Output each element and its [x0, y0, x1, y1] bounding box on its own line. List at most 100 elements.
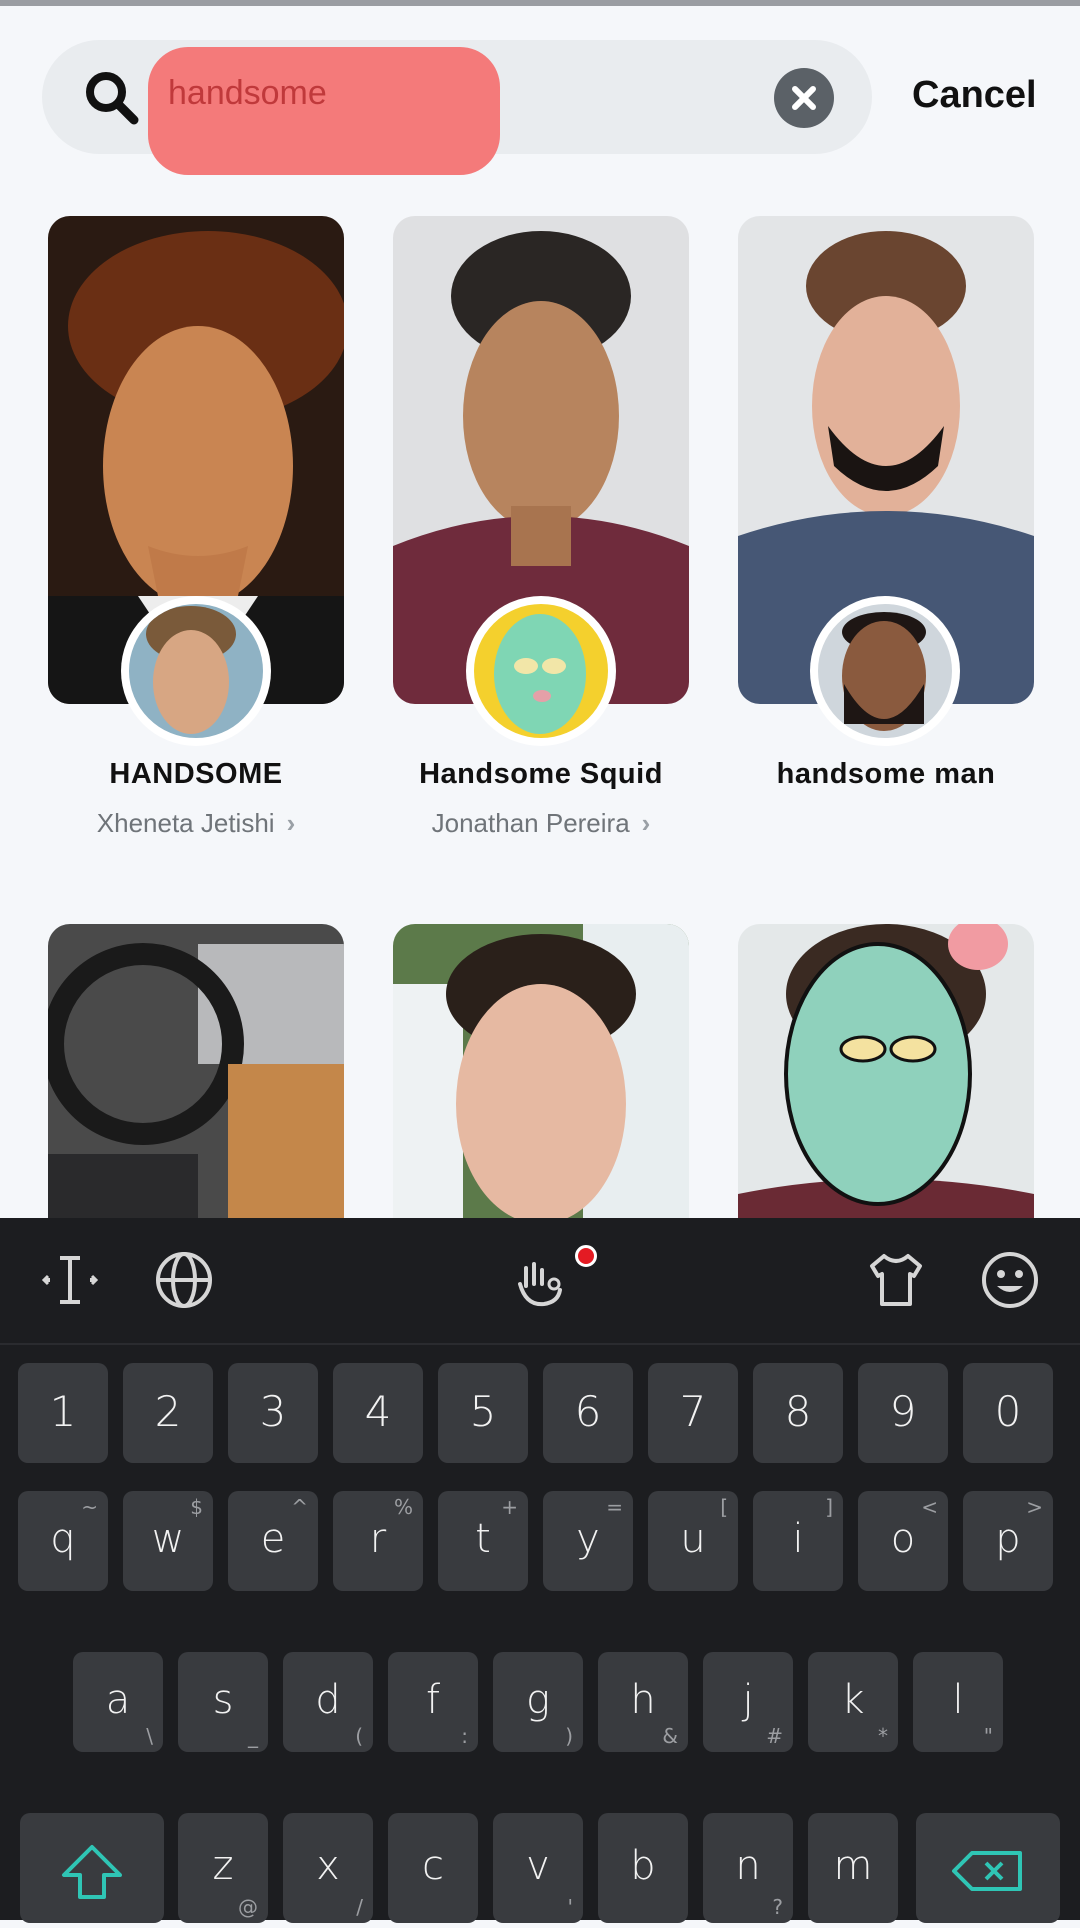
creator-avatar[interactable] — [466, 596, 616, 746]
clear-search-button[interactable] — [774, 68, 834, 128]
key-label: c — [422, 1843, 444, 1889]
creator-avatar[interactable] — [121, 596, 271, 746]
key-x[interactable]: x / — [283, 1813, 373, 1923]
creator-name: Jonathan Pereira — [431, 808, 630, 838]
key-secondary-label: & — [662, 1724, 678, 1748]
emoji-icon[interactable] — [978, 1248, 1042, 1312]
key-q[interactable]: q ~ — [18, 1491, 108, 1591]
key-3[interactable]: 3 — [228, 1363, 318, 1463]
key-g[interactable]: g) — [493, 1652, 583, 1752]
creator-link[interactable]: Jonathan Pereira › — [371, 808, 711, 839]
key-label: j — [742, 1677, 754, 1723]
cursor-icon[interactable] — [38, 1248, 102, 1312]
key-5[interactable]: 5 — [438, 1363, 528, 1463]
key-secondary-label: = — [606, 1495, 623, 1519]
keyboard: 1 2 3 4 5 6 7 8 9 0 q ~ w $ e ^ r% t + y = u[i] o < p > a \ s _ d(f: g)… — [0, 1218, 1080, 1923]
key-w[interactable]: w $ — [123, 1491, 213, 1591]
key-label: w — [151, 1516, 185, 1562]
key-z[interactable]: z @ — [178, 1813, 268, 1923]
key-c[interactable]: c — [388, 1813, 478, 1923]
key-p[interactable]: p > — [963, 1491, 1053, 1591]
lens-preview-image — [393, 924, 689, 1220]
key-o[interactable]: o < — [858, 1491, 948, 1591]
globe-icon[interactable] — [152, 1248, 216, 1312]
key-1[interactable]: 1 — [18, 1363, 108, 1463]
key-secondary-label: # — [766, 1724, 783, 1748]
key-v[interactable]: v ' — [493, 1813, 583, 1923]
lens-name[interactable]: handsome man — [716, 758, 1056, 791]
search-input[interactable]: handsome — [168, 74, 327, 113]
creator-link[interactable]: Xheneta Jetishi › — [26, 808, 366, 839]
key-label: y — [576, 1516, 600, 1562]
key-secondary-label: % — [393, 1495, 413, 1519]
key-label: e — [260, 1516, 286, 1562]
key-label: 1 — [49, 1387, 77, 1436]
key-secondary-label: [ — [720, 1495, 728, 1519]
key-m[interactable]: m — [808, 1813, 898, 1923]
key-u[interactable]: u[ — [648, 1491, 738, 1591]
key-i[interactable]: i] — [753, 1491, 843, 1591]
key-s[interactable]: s _ — [178, 1652, 268, 1752]
lens-preview-image — [48, 924, 344, 1220]
avatar-image — [474, 604, 608, 738]
key-9[interactable]: 9 — [858, 1363, 948, 1463]
key-secondary-label: ~ — [81, 1495, 98, 1519]
key-secondary-label: " — [983, 1724, 993, 1748]
key-y[interactable]: y = — [543, 1491, 633, 1591]
key-f[interactable]: f: — [388, 1652, 478, 1752]
key-label: 0 — [994, 1387, 1022, 1436]
key-r[interactable]: r% — [333, 1491, 423, 1591]
key-secondary-label: > — [1026, 1495, 1043, 1519]
key-secondary-label: < — [921, 1495, 938, 1519]
result-card-thumbnail[interactable] — [48, 924, 344, 1220]
key-4[interactable]: 4 — [333, 1363, 423, 1463]
lens-name[interactable]: Handsome Squid — [371, 758, 711, 791]
key-6[interactable]: 6 — [543, 1363, 633, 1463]
key-n[interactable]: n? — [703, 1813, 793, 1923]
avatar-image — [129, 604, 263, 738]
key-label: f — [425, 1677, 441, 1723]
key-label: z — [212, 1843, 234, 1889]
shift-key[interactable] — [20, 1813, 164, 1923]
key-8[interactable]: 8 — [753, 1363, 843, 1463]
key-secondary-label: + — [501, 1495, 518, 1519]
key-7[interactable]: 7 — [648, 1363, 738, 1463]
key-label: v — [526, 1843, 550, 1889]
result-card-thumbnail[interactable] — [738, 924, 1034, 1220]
key-h[interactable]: h & — [598, 1652, 688, 1752]
key-k[interactable]: k * — [808, 1652, 898, 1752]
key-label: g — [525, 1677, 550, 1723]
shirt-icon[interactable] — [864, 1248, 928, 1312]
cancel-button[interactable]: Cancel — [912, 74, 1037, 117]
key-label: 3 — [259, 1387, 287, 1436]
key-b[interactable]: b — [598, 1813, 688, 1923]
key-e[interactable]: e ^ — [228, 1491, 318, 1591]
key-label: 9 — [889, 1387, 917, 1436]
lens-name[interactable]: HANDSOME — [26, 758, 366, 791]
key-l[interactable]: l " — [913, 1652, 1003, 1752]
key-secondary-label: _ — [248, 1724, 258, 1748]
key-label: b — [630, 1843, 656, 1889]
result-card-thumbnail[interactable] — [393, 924, 689, 1220]
key-d[interactable]: d( — [283, 1652, 373, 1752]
key-label: l — [952, 1677, 964, 1723]
key-t[interactable]: t + — [438, 1491, 528, 1591]
chevron-right-icon: › — [286, 808, 296, 838]
key-secondary-label: ( — [355, 1724, 363, 1748]
recording-indicator — [575, 1245, 597, 1267]
key-label: 2 — [154, 1387, 182, 1436]
key-label: d — [315, 1677, 341, 1723]
avatar-image — [818, 604, 952, 738]
creator-avatar[interactable] — [810, 596, 960, 746]
gesture-icon[interactable] — [508, 1248, 572, 1312]
backspace-key[interactable] — [916, 1813, 1060, 1923]
key-j[interactable]: j # — [703, 1652, 793, 1752]
key-label: 8 — [784, 1387, 812, 1436]
key-0[interactable]: 0 — [963, 1363, 1053, 1463]
key-2[interactable]: 2 — [123, 1363, 213, 1463]
key-secondary-label: / — [356, 1895, 363, 1919]
key-secondary-label: \ — [146, 1724, 153, 1748]
key-a[interactable]: a \ — [73, 1652, 163, 1752]
search-icon — [86, 72, 139, 125]
key-label: r — [369, 1516, 387, 1562]
